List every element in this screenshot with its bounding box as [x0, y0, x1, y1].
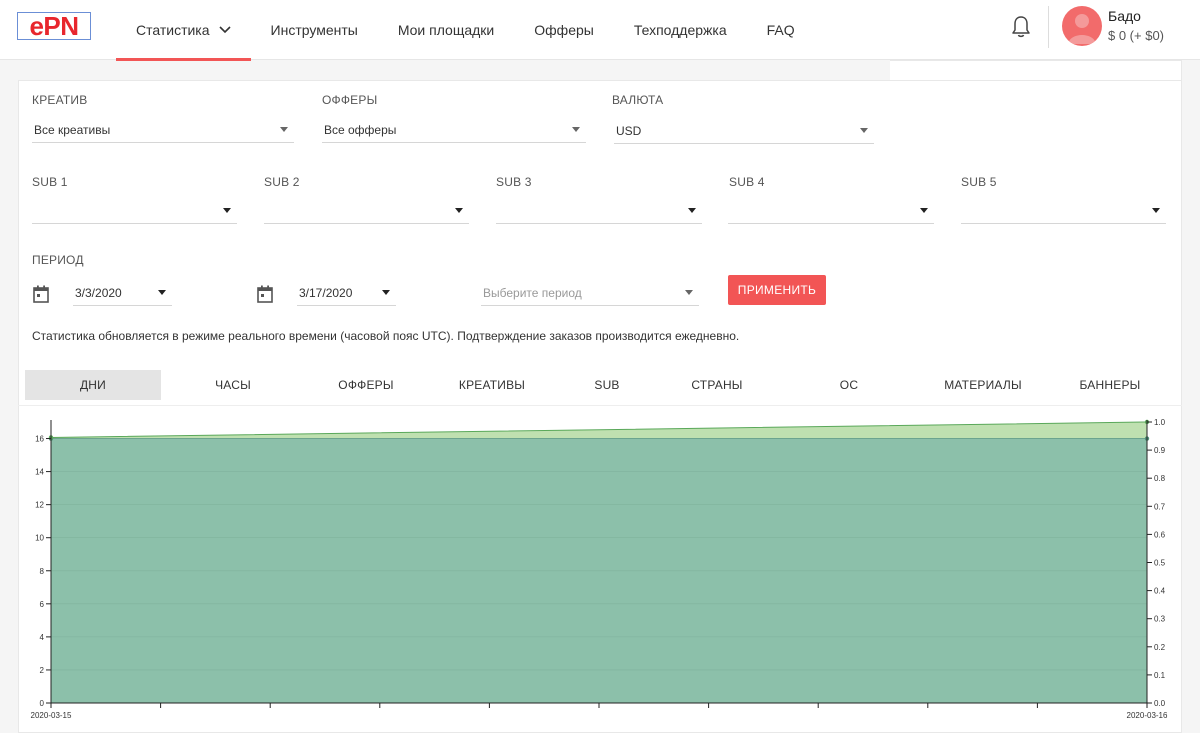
- nav-item-label: Техподдержка: [633, 22, 727, 38]
- y-tick-label: 6: [40, 600, 45, 609]
- y-tick-label: 14: [35, 468, 44, 477]
- caret-down-icon: [455, 208, 463, 213]
- sub2-label: SUB 2: [264, 175, 300, 189]
- x-tick-label: 2020-03-15: [31, 711, 72, 720]
- tabs-divider: [18, 405, 1182, 406]
- main-nav: Статистика Инструменты Мои площадки Оффе…: [116, 0, 815, 61]
- user-name[interactable]: Бадо: [1108, 8, 1141, 24]
- tab-os[interactable]: ОС: [777, 370, 921, 400]
- period-preset-select[interactable]: Выберите период: [481, 280, 699, 306]
- nav-item-label: Мои площадки: [397, 22, 495, 38]
- creative-label: КРЕАТИВ: [32, 93, 88, 107]
- realtime-note: Статистика обновляется в режиме реальног…: [32, 329, 740, 343]
- nav-item-tools[interactable]: Инструменты: [251, 0, 378, 60]
- top-navbar: ePN Статистика Инструменты Мои площадки …: [0, 0, 1200, 61]
- nav-item-support[interactable]: Техподдержка: [614, 0, 747, 60]
- nav-item-label: Офферы: [534, 22, 594, 38]
- tab-banners[interactable]: БАННЕРЫ: [1045, 370, 1175, 400]
- nav-item-label: FAQ: [766, 22, 795, 38]
- divider: [1048, 6, 1049, 48]
- sub3-label: SUB 3: [496, 175, 532, 189]
- y-tick-label: 10: [35, 534, 44, 543]
- creative-select[interactable]: Все креативы: [32, 117, 294, 143]
- card-top-edge: [890, 60, 1182, 80]
- y-right-tick-label: 0.6: [1154, 530, 1166, 539]
- offers-label: ОФФЕРЫ: [322, 93, 378, 107]
- y-right-tick-label: 0.4: [1154, 587, 1166, 596]
- y-tick-label: 2: [40, 666, 45, 675]
- y-right-tick-label: 0.0: [1154, 699, 1166, 708]
- tab-sub[interactable]: SUB: [557, 370, 657, 400]
- period-preset-placeholder: Выберите период: [483, 285, 582, 300]
- sub1-label: SUB 1: [32, 175, 68, 189]
- nav-item-label: Инструменты: [270, 22, 358, 38]
- nav-item-statistics[interactable]: Статистика: [116, 0, 251, 61]
- sub5-select[interactable]: [961, 198, 1166, 224]
- tab-countries[interactable]: СТРАНЫ: [657, 370, 777, 400]
- caret-down-icon: [158, 290, 166, 295]
- chevron-down-icon: [218, 26, 231, 34]
- epn-logo[interactable]: ePN: [17, 12, 91, 40]
- caret-down-icon: [688, 208, 696, 213]
- y-tick-label: 4: [40, 633, 45, 642]
- user-avatar-icon[interactable]: [1062, 6, 1102, 46]
- y-right-tick-label: 0.8: [1154, 474, 1166, 483]
- logo-text: ePN: [29, 11, 79, 41]
- statistics-chart: 0 2 4 6 8 10 12 14 16 0.0 0.1 0.2 0.3 0.4 0.5 0.6 0.7 0.8…: [31, 418, 1168, 720]
- caret-down-icon: [223, 208, 231, 213]
- bell-icon[interactable]: [1010, 15, 1032, 39]
- period-label: ПЕРИОД: [32, 253, 84, 267]
- x-tick-label: 2020-03-16: [1127, 711, 1168, 720]
- caret-down-icon: [572, 127, 580, 132]
- nav-item-label: Статистика: [136, 22, 210, 38]
- y-right-tick-label: 0.9: [1154, 446, 1166, 455]
- apply-button[interactable]: ПРИМЕНИТЬ: [728, 275, 826, 305]
- sub5-label: SUB 5: [961, 175, 997, 189]
- user-balance: $ 0 (+ $0): [1108, 28, 1165, 43]
- caret-down-icon: [920, 208, 928, 213]
- nav-item-my-sites[interactable]: Мои площадки: [378, 0, 514, 60]
- y-right-tick-label: 0.3: [1154, 615, 1166, 624]
- currency-label: ВАЛЮТА: [612, 93, 664, 107]
- calendar-icon[interactable]: [33, 285, 49, 303]
- date-to-value: 3/17/2020: [299, 285, 353, 300]
- offers-value: Все офферы: [324, 122, 397, 137]
- tab-days[interactable]: ДНИ: [25, 370, 161, 400]
- sub4-select[interactable]: [728, 198, 934, 224]
- date-from-picker[interactable]: 3/3/2020: [73, 280, 172, 306]
- tab-offers[interactable]: ОФФЕРЫ: [305, 370, 427, 400]
- stats-tabs: ДНИ ЧАСЫ ОФФЕРЫ КРЕАТИВЫ SUB СТРАНЫ ОС М…: [25, 370, 1175, 400]
- offers-select[interactable]: Все офферы: [322, 117, 586, 143]
- tab-hours[interactable]: ЧАСЫ: [161, 370, 305, 400]
- date-to-picker[interactable]: 3/17/2020: [297, 280, 396, 306]
- nav-item-offers[interactable]: Офферы: [514, 0, 614, 60]
- caret-down-icon: [860, 128, 868, 133]
- sub2-select[interactable]: [264, 198, 469, 224]
- caret-down-icon: [280, 127, 288, 132]
- tab-creatives[interactable]: КРЕАТИВЫ: [427, 370, 557, 400]
- y-tick-label: 12: [35, 501, 44, 510]
- sub3-select[interactable]: [496, 198, 702, 224]
- y-tick-label: 8: [40, 567, 45, 576]
- y-right-tick-label: 0.7: [1154, 502, 1166, 511]
- caret-down-icon: [382, 290, 390, 295]
- y-tick-label: 16: [35, 435, 44, 444]
- y-right-tick-label: 1.0: [1154, 418, 1166, 427]
- sub4-label: SUB 4: [729, 175, 765, 189]
- caret-down-icon: [685, 290, 693, 295]
- currency-value: USD: [616, 123, 642, 138]
- creative-value: Все креативы: [34, 122, 111, 137]
- sub1-select[interactable]: [32, 198, 237, 224]
- y-right-tick-label: 0.2: [1154, 643, 1166, 652]
- caret-down-icon: [1152, 208, 1160, 213]
- person-icon: [1068, 14, 1096, 44]
- date-from-value: 3/3/2020: [75, 285, 122, 300]
- currency-select[interactable]: USD: [614, 118, 874, 144]
- calendar-icon[interactable]: [257, 285, 273, 303]
- nav-item-faq[interactable]: FAQ: [747, 0, 815, 60]
- tab-materials[interactable]: МАТЕРИАЛЫ: [921, 370, 1045, 400]
- y-right-tick-label: 0.1: [1154, 671, 1166, 680]
- y-right-tick-label: 0.5: [1154, 559, 1166, 568]
- y-tick-label: 0: [40, 699, 45, 708]
